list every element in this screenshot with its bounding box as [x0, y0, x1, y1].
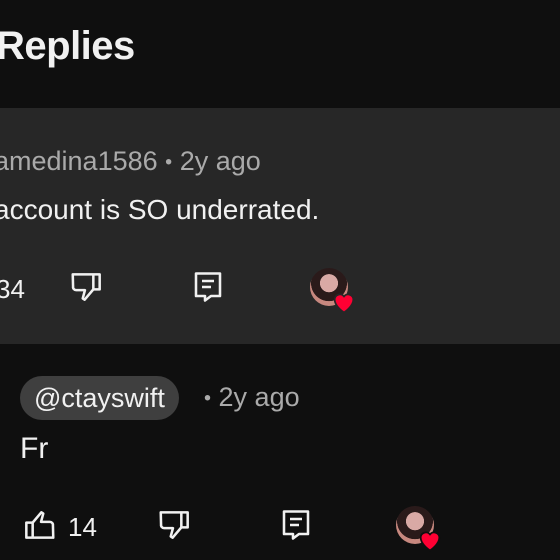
- reply-author-handle[interactable]: @ctayswift: [20, 376, 179, 420]
- heart-icon: [419, 531, 441, 552]
- parent-comment-text: account is SO underrated.: [0, 194, 320, 225]
- reply-text: Fr: [20, 432, 49, 465]
- heart-icon: [333, 293, 355, 314]
- parent-comment-author[interactable]: amedina1586: [0, 146, 158, 176]
- dislike-icon[interactable]: [68, 268, 106, 306]
- parent-comment: amedina1586 • 2y ago account is SO under…: [0, 108, 560, 344]
- reply-meta: • 2y ago: [204, 382, 300, 413]
- reply-like-count: 14: [68, 512, 97, 542]
- dislike-icon[interactable]: [156, 506, 194, 544]
- parent-comment-time[interactable]: 2y ago: [180, 146, 261, 176]
- like-icon[interactable]: [20, 506, 58, 544]
- reply-icon[interactable]: [190, 268, 226, 306]
- meta-separator: •: [204, 387, 212, 410]
- reply-icon[interactable]: [278, 506, 314, 544]
- parent-like-count: 34: [0, 274, 25, 304]
- page-title: Replies: [0, 24, 135, 68]
- reply-time[interactable]: 2y ago: [219, 382, 300, 412]
- meta-separator: •: [165, 151, 173, 174]
- creator-heart-badge: [396, 506, 444, 554]
- parent-comment-meta: amedina1586 • 2y ago: [0, 146, 261, 177]
- creator-heart-badge: [310, 268, 358, 316]
